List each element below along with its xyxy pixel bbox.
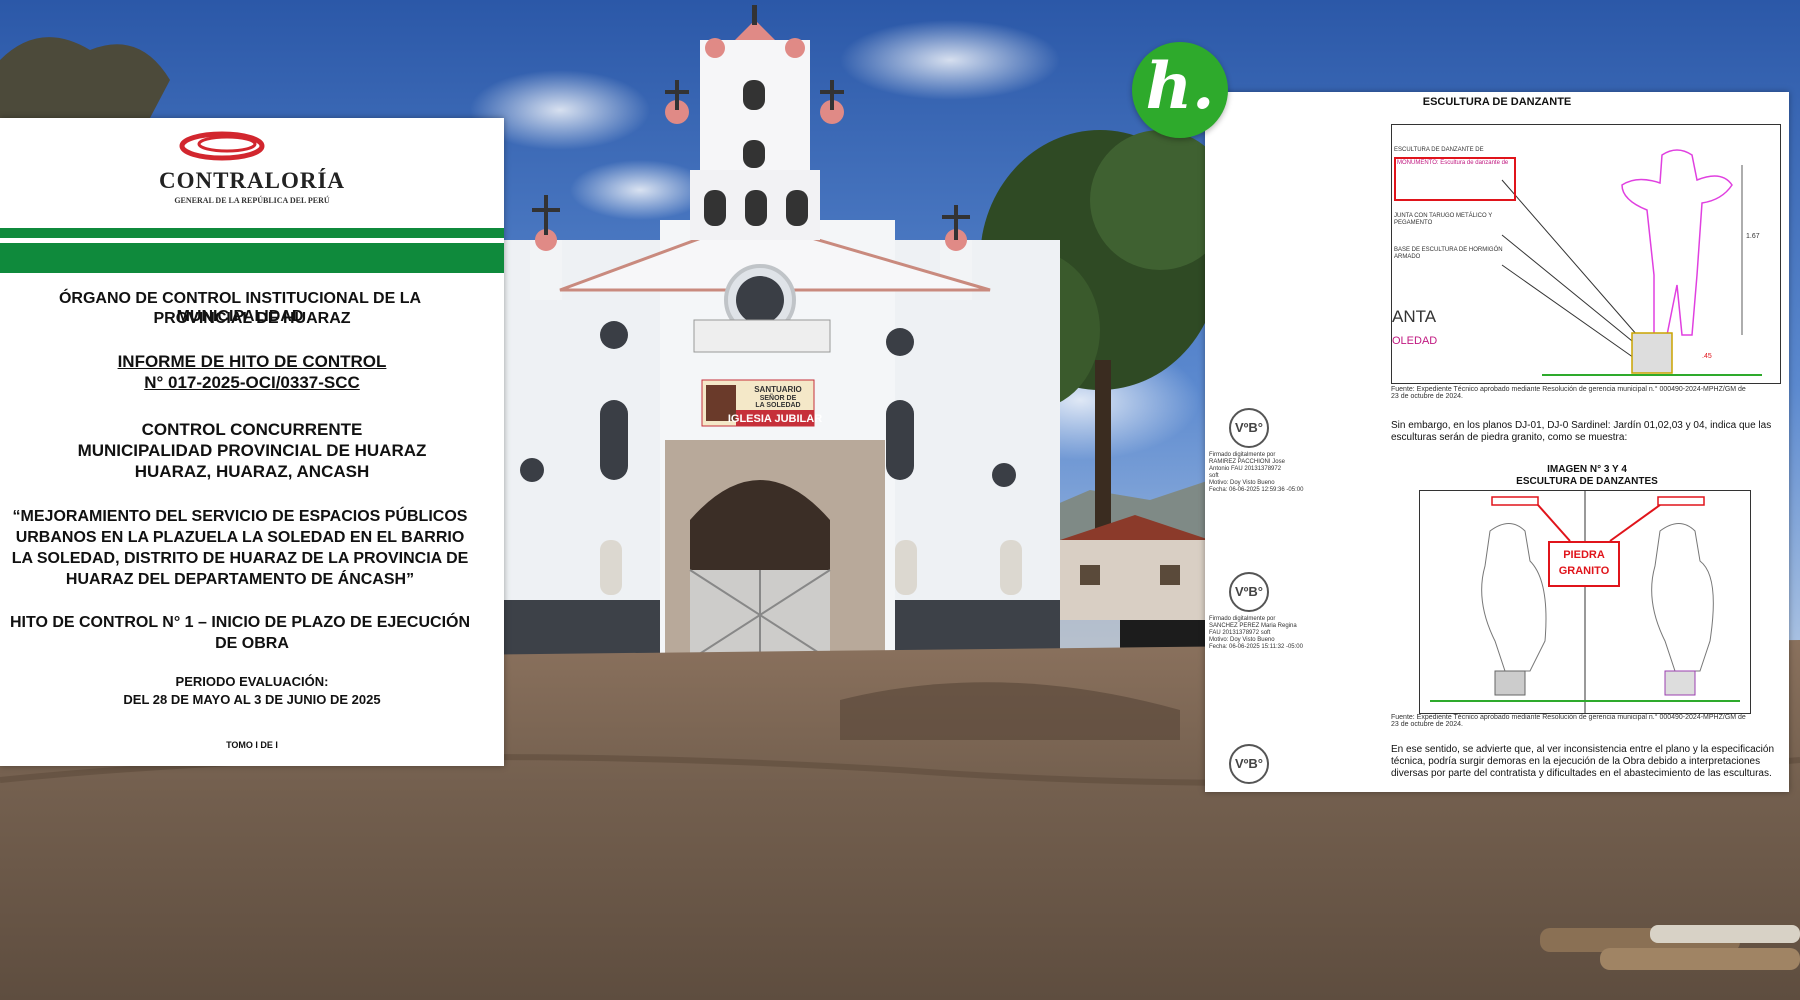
contraloria-name: CONTRALORÍA: [158, 168, 346, 193]
period-label: PERIODO EVALUACIÓN:: [175, 674, 329, 689]
vb-stamp-1: VºB°: [1229, 408, 1269, 448]
contraloria-logo-icon: [179, 131, 265, 161]
signature-2: Firmado digitalmente por SANCHEZ PEREZ Ma…: [1209, 616, 1303, 650]
hito-line-2: DE OBRA: [215, 635, 289, 652]
banner-line2: SEÑOR DE: [760, 393, 797, 402]
report-title: INFORME DE HITO DE CONTROL: [117, 352, 387, 371]
sculpture-report-page: ESCULTURA DE DANZANTE ESCULTURA DE DANZA…: [1205, 92, 1789, 792]
granite-stamp: PIEDRA GRANITO: [1548, 541, 1620, 587]
image-title: ESCULTURA DE DANZANTES: [1516, 476, 1658, 487]
period-dates: DEL 28 DE MAYO AL 3 DE JUNIO DE 2025: [123, 692, 381, 707]
report-cover-document: CONTRALORÍA GENERAL DE LA REPÚBLICA DEL …: [0, 118, 504, 766]
source-note-1: Fuente: Expediente Técnico aprobado medi…: [1391, 386, 1746, 400]
fragment-anta: ANTA: [1392, 307, 1437, 326]
fragment-oledad: OLEDAD: [1392, 335, 1438, 347]
report-number: N° 017-2025-OCI/0337-SCC: [144, 373, 360, 392]
contraloria-subtitle: GENERAL DE LA REPÚBLICA DEL PERÚ: [174, 196, 330, 205]
monumento-callout: MONUMENTO: Escultura de danzante de: [1394, 157, 1516, 201]
tomo-label: TOMO I DE I: [226, 740, 278, 750]
label-junta: JUNTA CON TARUGO METÁLICO Y PEGAMENTO: [1394, 213, 1493, 226]
label-monumento: MONUMENTO: Escultura de danzante de: [1397, 160, 1509, 166]
source-note-2: Fuente: Expediente Técnico aprobado medi…: [1391, 714, 1746, 728]
control-location: HUARAZ, HUARAZ, ANCASH: [134, 462, 370, 481]
sculpture-title: ESCULTURA DE DANZANTE: [1422, 96, 1572, 108]
org-line-2: PROVINCIAL DE HUARAZ: [153, 310, 351, 327]
brand-logo-icon: h.: [1132, 42, 1228, 138]
project-line-4: HUARAZ DEL DEPARTAMENTO DE ÁNCASH”: [65, 571, 415, 588]
green-band: [0, 228, 504, 238]
cloud: [840, 20, 1060, 100]
label-base: BASE DE ESCULTURA DE HORMIGÓN ARMADO: [1394, 247, 1503, 260]
white-stripe: [0, 239, 504, 242]
banner-line4: IGLESIA JUBILAR: [728, 413, 822, 425]
image-label: IMAGEN N° 3 Y 4: [1547, 464, 1627, 475]
dimension-base: .45: [1702, 353, 1712, 360]
vb-stamp-3: VºB°: [1229, 744, 1269, 784]
project-line-3: LA SOLEDAD, DISTRITO DE HUARAZ DE LA PRO…: [11, 550, 469, 567]
control-entity: MUNICIPALIDAD PROVINCIAL DE HUARAZ: [77, 441, 427, 460]
vb-stamp-2: VºB°: [1229, 572, 1269, 612]
label-escultura: ESCULTURA DE DANZANTE DE: [1394, 147, 1484, 153]
paragraph-1: Sin embargo, en los planos DJ-01, DJ-0 S…: [1391, 420, 1772, 443]
project-line-2: URBANOS EN LA PLAZUELA LA SOLEDAD EN EL …: [15, 529, 465, 546]
control-type: CONTROL CONCURRENTE: [141, 420, 363, 439]
dancers-granite-drawing: [1430, 491, 1740, 713]
green-band-thick: [0, 243, 504, 273]
signature-1: Firmado digitalmente por RAMIREZ PACCHION…: [1209, 452, 1304, 493]
banner-line1: SANTUARIO: [754, 385, 802, 394]
banner-line3: LA SOLEDAD: [755, 402, 800, 409]
hito-line-1: HITO DE CONTROL N° 1 – INICIO DE PLAZO D…: [9, 614, 471, 631]
sculpture-drawing-2: PIEDRA GRANITO: [1419, 490, 1751, 714]
sculpture-drawing-1: ESCULTURA DE DANZANTE DE MONUMENTO: Escu…: [1391, 124, 1781, 384]
cloud: [570, 160, 710, 220]
paragraph-2: En ese sentido, se advierte que, al ver …: [1391, 744, 1775, 779]
project-line-1: “MEJORAMIENTO DEL SERVICIO DE ESPACIOS P…: [12, 508, 468, 525]
dimension-height: 1.67: [1746, 233, 1760, 240]
